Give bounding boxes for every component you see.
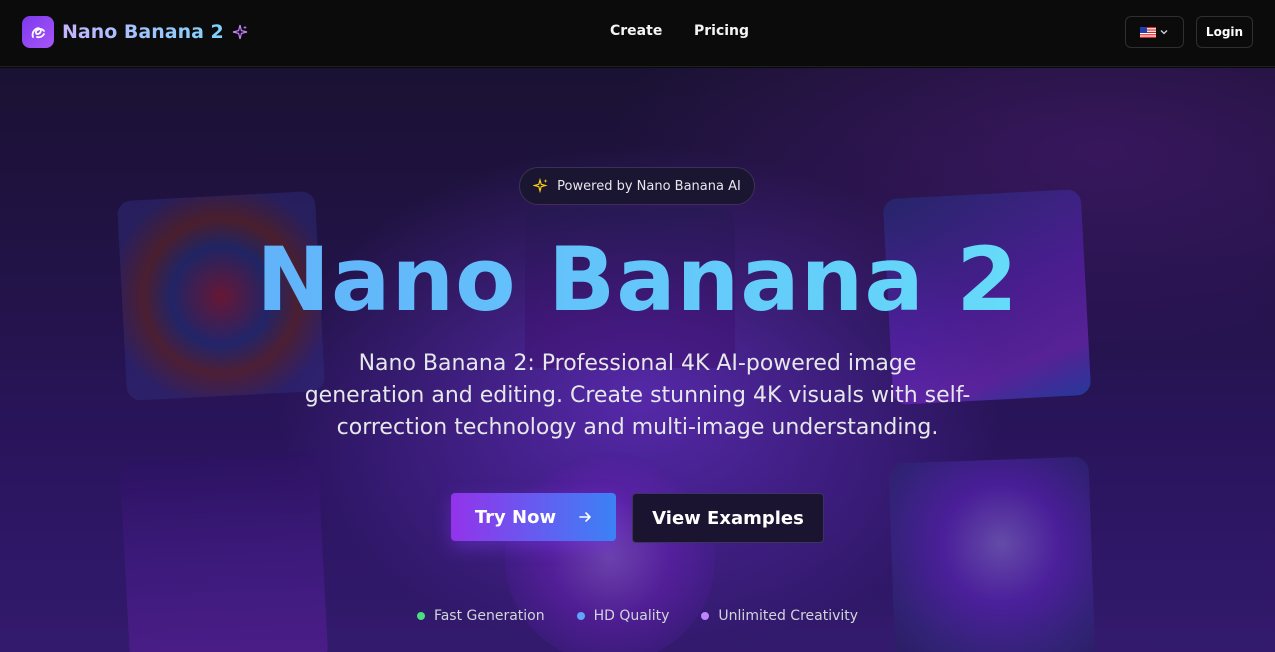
feature-label: Fast Generation [433, 608, 545, 624]
status-dot-green [416, 612, 425, 620]
nav-link-create[interactable]: Create [610, 23, 662, 39]
brand[interactable]: Nano Banana 2 [22, 16, 248, 48]
chevron-down-icon [1160, 30, 1168, 35]
feature-item: Unlimited Creativity [701, 608, 858, 624]
hero-subtitle: Nano Banana 2: Professional 4K AI-powere… [304, 351, 971, 440]
us-flag-icon [1140, 26, 1156, 38]
nav-link-pricing[interactable]: Pricing [694, 23, 749, 39]
view-examples-button[interactable]: View Examples [632, 493, 824, 543]
hero-section: Powered by Nano Banana AI Nano Banana 2 … [0, 68, 1275, 652]
feature-item: HD Quality [576, 608, 670, 624]
status-dot-blue [576, 612, 585, 620]
sparkle-icon [232, 24, 248, 40]
arrow-right-icon [579, 512, 591, 522]
sparkles-icon [533, 178, 548, 194]
logo-icon [22, 16, 54, 48]
top-navbar: Nano Banana 2 Create Pricing Login [0, 0, 1275, 67]
try-now-button[interactable]: Try Now [451, 493, 616, 541]
feature-label: Unlimited Creativity [718, 608, 859, 624]
badge-text: Powered by Nano Banana AI [557, 178, 741, 194]
feature-list: Fast Generation HD Quality Unlimited Cre… [0, 608, 1275, 624]
hero-title: Nano Banana 2 [0, 228, 1275, 332]
login-button[interactable]: Login [1196, 16, 1253, 48]
powered-by-badge: Powered by Nano Banana AI [519, 167, 755, 205]
try-now-label: Try Now [474, 506, 557, 528]
feature-label: HD Quality [593, 608, 670, 624]
status-dot-purple [701, 612, 710, 620]
brand-name: Nano Banana 2 [62, 21, 224, 43]
feature-item: Fast Generation [416, 608, 545, 624]
language-selector[interactable] [1125, 16, 1184, 48]
